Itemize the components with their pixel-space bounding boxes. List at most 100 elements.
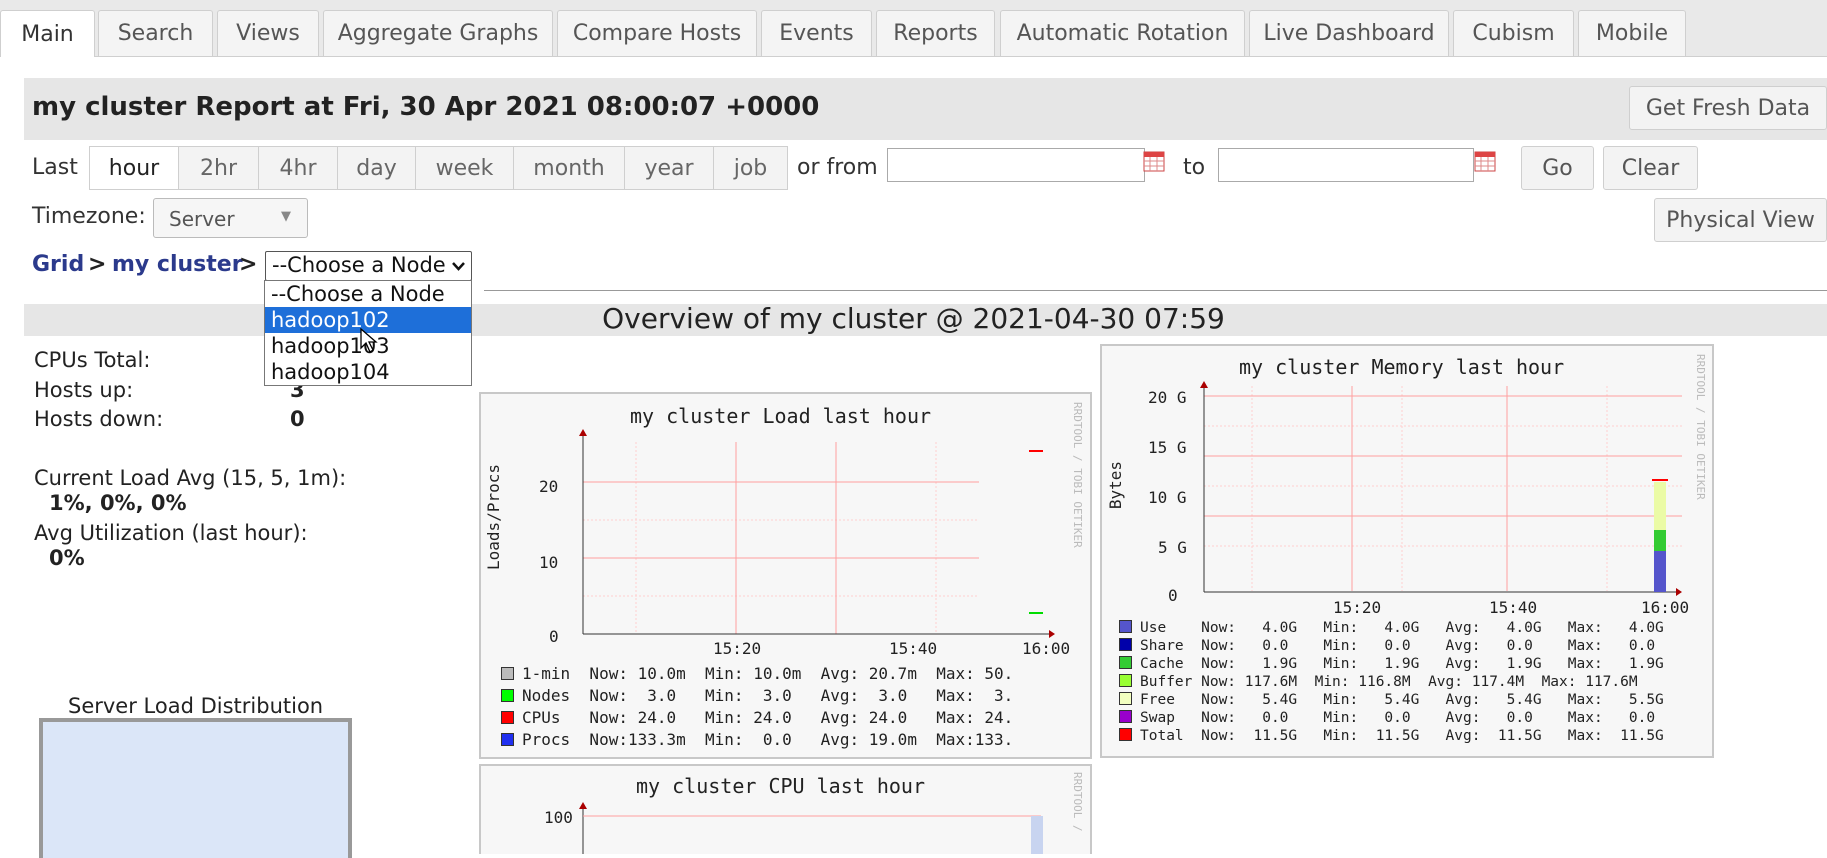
tab-label: Mobile [1595, 21, 1669, 46]
memory-legend-row: Swap Now: 0.0 Min: 0.0 Avg: 0.0 Max: 0.0 [1119, 710, 1655, 726]
legend-text: Nodes Now: 3.0 Min: 3.0 Avg: 3.0 Max: 3. [522, 686, 1014, 705]
divider [484, 290, 1827, 291]
memory-xtick: 15:20 [1333, 598, 1382, 617]
breadcrumb-cluster-link[interactable]: my cluster [112, 252, 243, 277]
from-date-input[interactable] [887, 148, 1145, 182]
memory-graph[interactable]: my cluster Memory last hour RRDTOOL / TO… [1100, 344, 1714, 758]
calendar-icon[interactable] [1474, 150, 1496, 172]
breadcrumb-grid-link[interactable]: Grid [32, 252, 84, 277]
load-graph[interactable]: my cluster Load last hour RRDTOOL / TOBI… [479, 392, 1092, 759]
go-button[interactable]: Go [1521, 146, 1594, 190]
tab-label: Live Dashboard [1263, 21, 1435, 46]
memory-legend-row: Share Now: 0.0 Min: 0.0 Avg: 0.0 Max: 0.… [1119, 638, 1655, 654]
memory-legend-row: Use Now: 4.0G Min: 4.0G Avg: 4.0G Max: 4… [1119, 620, 1664, 636]
load-xtick: 16:00 [1022, 639, 1071, 658]
tab-compare-hosts[interactable]: Compare Hosts [557, 10, 757, 56]
cpu-graph[interactable]: my cluster CPU last hour RRDTOOL / 100 [479, 764, 1092, 854]
cpu-plot [579, 802, 1043, 854]
tab-label: Events [779, 21, 854, 46]
tab-label: Main [21, 21, 74, 47]
memory-use-area [1654, 551, 1666, 592]
load-ytick: 10 [539, 553, 559, 572]
node-option[interactable]: hadoop104 [265, 359, 471, 385]
timezone-value: Server [169, 207, 235, 231]
tab-cubism[interactable]: Cubism [1453, 10, 1574, 56]
legend-text: 1-min Now: 10.0m Min: 10.0m Avg: 20.7m M… [522, 664, 1014, 683]
memory-ytick: 10 G [1148, 488, 1187, 507]
tab-views[interactable]: Views [217, 10, 319, 56]
range-2hr[interactable]: 2hr [178, 146, 259, 190]
memory-major-grid [1204, 386, 1682, 591]
current-load-label: Current Load Avg (15, 5, 1m): [34, 466, 347, 490]
load-ytick: 20 [539, 477, 559, 496]
memory-x-arrow [1676, 588, 1682, 596]
memory-legend-row: Cache Now: 1.9G Min: 1.9G Avg: 1.9G Max:… [1119, 656, 1664, 672]
to-label: to [1183, 155, 1206, 180]
or-from-label: or from [797, 155, 878, 180]
memory-legend-row: Free Now: 5.4G Min: 5.4G Avg: 5.4G Max: … [1119, 692, 1664, 708]
range-month[interactable]: month [513, 146, 625, 190]
hosts-down-label: Hosts down: [34, 407, 164, 431]
range-day[interactable]: day [337, 146, 416, 190]
load-xtick: 15:40 [889, 639, 938, 658]
node-select-value: --Choose a Node [272, 253, 446, 277]
tab-live-dashboard[interactable]: Live Dashboard [1249, 10, 1449, 56]
tab-reports[interactable]: Reports [876, 10, 995, 56]
range-job[interactable]: job [713, 146, 788, 190]
range-hour[interactable]: hour [89, 146, 179, 190]
load-ytick: 0 [549, 627, 559, 646]
tab-label: Reports [893, 21, 978, 46]
timezone-label: Timezone: [32, 204, 146, 229]
legend-swatch [501, 711, 514, 724]
tab-aggregate-graphs[interactable]: Aggregate Graphs [323, 10, 553, 56]
cpus-total-label: CPUs Total: [34, 348, 151, 372]
load-xtick: 15:20 [713, 639, 762, 658]
chevron-down-icon: ▼ [281, 209, 291, 224]
current-load-value: 1%, 0%, 0% [49, 491, 187, 515]
legend-swatch [1119, 638, 1132, 651]
node-select[interactable]: --Choose a Node [265, 251, 472, 281]
memory-xtick: 16:00 [1641, 598, 1690, 617]
tab-label: Automatic Rotation [1016, 21, 1229, 46]
tab-automatic-rotation[interactable]: Automatic Rotation [1000, 10, 1245, 56]
server-load-title: Server Load Distribution [68, 694, 324, 718]
memory-y-arrow [1200, 381, 1208, 388]
tab-bar: Main Search Views Aggregate Graphs Compa… [0, 0, 1827, 57]
tab-mobile[interactable]: Mobile [1578, 10, 1686, 56]
physical-view-button[interactable]: Physical View [1654, 198, 1827, 242]
memory-ytick: 15 G [1148, 438, 1187, 457]
node-option[interactable]: --Choose a Node [265, 281, 471, 307]
tab-label: Views [236, 21, 300, 46]
load-y-arrow [579, 429, 587, 436]
timezone-select[interactable]: Server ▼ [153, 198, 308, 238]
memory-legend-row: Buffer Now: 117.6M Min: 116.8M Avg: 117.… [1119, 674, 1638, 690]
memory-ytick: 5 G [1158, 538, 1187, 557]
clear-button[interactable]: Clear [1603, 146, 1698, 190]
memory-cache-area [1654, 530, 1666, 551]
breadcrumb-separator: > [88, 252, 107, 277]
memory-grid [1204, 386, 1682, 591]
legend-swatch [501, 689, 514, 702]
cpu-y-arrow [579, 802, 587, 809]
legend-text: Swap Now: 0.0 Min: 0.0 Avg: 0.0 Max: 0.0 [1140, 710, 1656, 726]
last-label: Last [32, 155, 78, 180]
legend-text: Cache Now: 1.9G Min: 1.9G Avg: 1.9G Max:… [1140, 656, 1664, 672]
load-legend-row: CPUs Now: 24.0 Min: 24.0 Avg: 24.0 Max: … [501, 708, 1013, 727]
get-fresh-data-button[interactable]: Get Fresh Data [1629, 86, 1827, 130]
legend-swatch [1119, 710, 1132, 723]
memory-ytick: 20 G [1148, 388, 1187, 407]
range-week[interactable]: week [415, 146, 514, 190]
report-title: my cluster Report at Fri, 30 Apr 2021 08… [32, 92, 820, 122]
range-year[interactable]: year [624, 146, 714, 190]
load-x-arrow [1049, 630, 1055, 638]
tab-search[interactable]: Search [98, 10, 213, 56]
calendar-icon[interactable] [1143, 150, 1165, 172]
range-4hr[interactable]: 4hr [258, 146, 338, 190]
to-date-input[interactable] [1218, 148, 1474, 182]
tab-main[interactable]: Main [0, 10, 95, 57]
legend-text: Use Now: 4.0G Min: 4.0G Avg: 4.0G Max: 4… [1140, 620, 1664, 636]
tab-label: Search [117, 21, 194, 46]
tab-events[interactable]: Events [761, 10, 872, 56]
breadcrumb-separator: > [239, 252, 258, 277]
legend-text: Buffer Now: 117.6M Min: 116.8M Avg: 117.… [1140, 674, 1638, 690]
